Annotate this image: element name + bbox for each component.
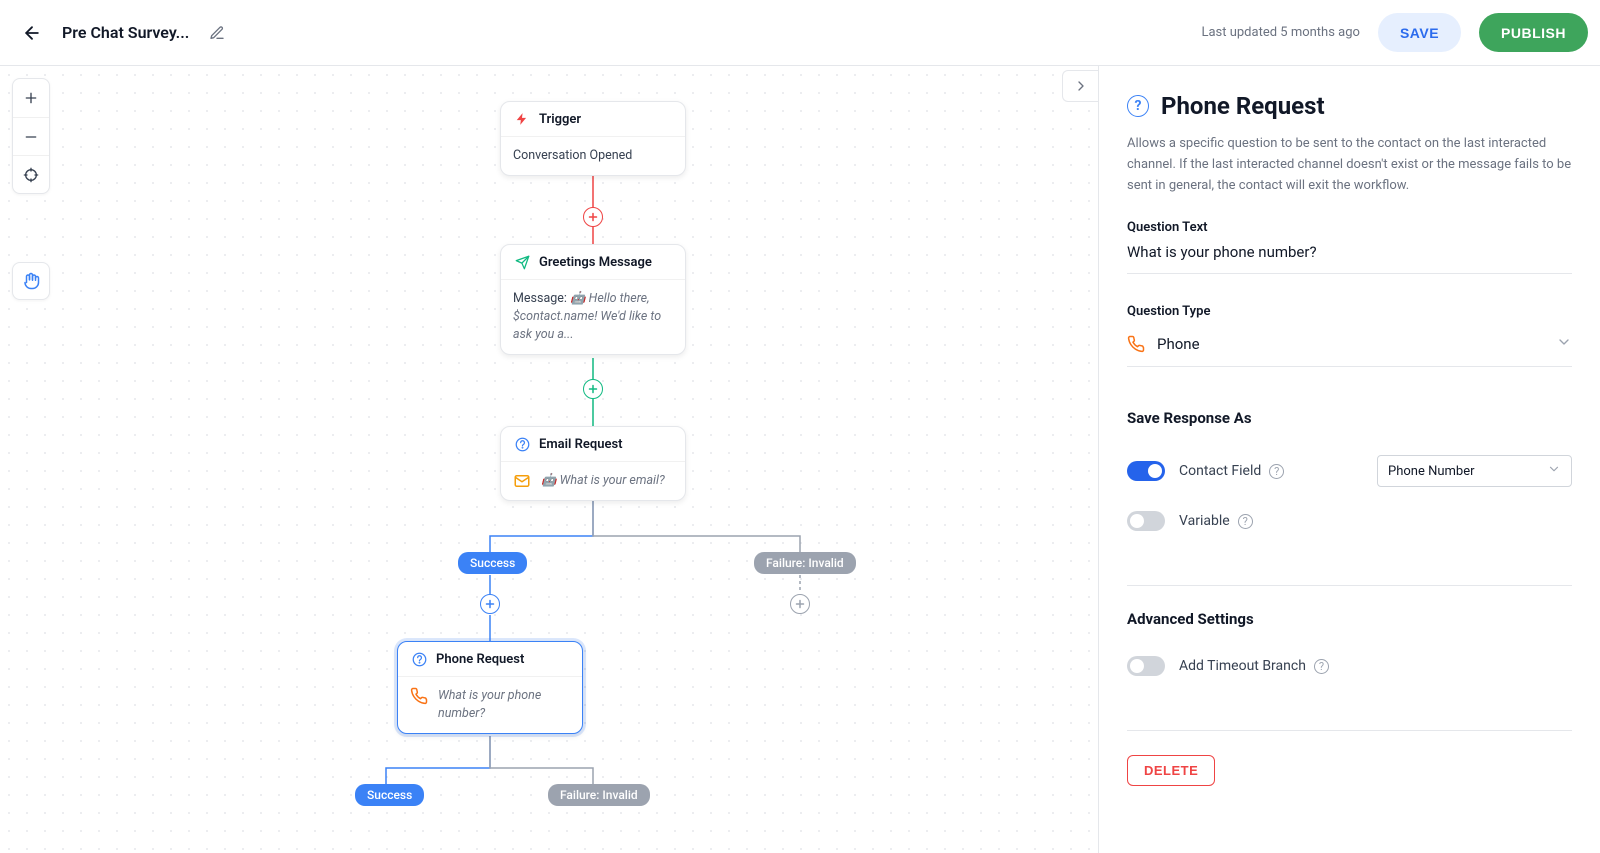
- divider: [1127, 585, 1572, 586]
- plus-icon: [23, 90, 39, 106]
- node-phone-title: Phone Request: [436, 652, 524, 667]
- contact-field-label: Contact Field: [1179, 463, 1261, 479]
- question-type-value: Phone: [1157, 335, 1544, 353]
- workflow-canvas[interactable]: Trigger Conversation Opened Greetings Me…: [0, 66, 1098, 853]
- page-title: Pre Chat Survey...: [62, 23, 189, 42]
- delete-button[interactable]: DELETE: [1127, 755, 1215, 786]
- pencil-icon: [209, 25, 225, 41]
- node-greetings-msg-label: Message:: [513, 291, 567, 306]
- question-text-input[interactable]: What is your phone number?: [1127, 243, 1572, 274]
- branch-pill-failure[interactable]: Failure: Invalid: [548, 784, 650, 806]
- send-icon: [513, 253, 531, 271]
- node-trigger-title: Trigger: [539, 112, 581, 127]
- question-icon: [513, 435, 531, 453]
- save-response-heading: Save Response As: [1127, 409, 1572, 427]
- app-header: Pre Chat Survey... Last updated 5 months…: [0, 0, 1600, 66]
- zoom-in-button[interactable]: [13, 79, 49, 117]
- branch-pill-success[interactable]: Success: [458, 552, 527, 574]
- edit-title-button[interactable]: [207, 23, 227, 43]
- question-type-label: Question Type: [1127, 304, 1572, 319]
- node-phone-question: What is your phone number?: [438, 687, 570, 723]
- timeout-branch-toggle[interactable]: [1127, 656, 1165, 676]
- question-icon: [410, 650, 428, 668]
- timeout-branch-label: Add Timeout Branch: [1179, 658, 1306, 674]
- variable-toggle[interactable]: [1127, 511, 1165, 531]
- add-step-button[interactable]: [790, 594, 810, 614]
- publish-button[interactable]: PUBLISH: [1479, 13, 1588, 52]
- node-greetings[interactable]: Greetings Message Message: 🤖 Hello there…: [500, 244, 686, 355]
- pan-mode-button[interactable]: [12, 262, 50, 300]
- bolt-icon: [513, 110, 531, 128]
- crosshair-icon: [23, 167, 39, 183]
- back-button[interactable]: [20, 21, 44, 45]
- node-trigger-body: Conversation Opened: [501, 137, 685, 175]
- phone-icon: [410, 687, 428, 705]
- hand-icon: [22, 272, 40, 290]
- help-icon[interactable]: ?: [1314, 659, 1329, 674]
- node-email-title: Email Request: [539, 437, 623, 452]
- zoom-toolbar: [12, 78, 50, 194]
- minus-icon: [23, 129, 39, 145]
- advanced-settings-heading: Advanced Settings: [1127, 610, 1572, 628]
- node-email-request[interactable]: Email Request 🤖 What is your email?: [500, 426, 686, 501]
- sidebar-description: Allows a specific question to be sent to…: [1127, 134, 1572, 196]
- add-step-button[interactable]: [583, 207, 603, 227]
- chevron-down-icon: [1547, 462, 1561, 480]
- mail-icon: [513, 472, 531, 490]
- plus-icon: [587, 383, 599, 395]
- details-sidebar: ? Phone Request Allows a specific questi…: [1098, 66, 1600, 853]
- help-icon[interactable]: ?: [1238, 514, 1253, 529]
- node-trigger[interactable]: Trigger Conversation Opened: [500, 101, 686, 176]
- chevron-right-icon: [1073, 78, 1089, 94]
- phone-icon: [1127, 335, 1145, 353]
- divider: [1127, 730, 1572, 731]
- node-phone-request[interactable]: Phone Request What is your phone number?: [397, 641, 583, 734]
- main-area: Trigger Conversation Opened Greetings Me…: [0, 66, 1600, 853]
- contact-field-toggle[interactable]: [1127, 461, 1165, 481]
- last-updated-text: Last updated 5 months ago: [1201, 25, 1360, 40]
- help-icon[interactable]: ?: [1269, 464, 1284, 479]
- question-text-label: Question Text: [1127, 220, 1572, 235]
- add-step-button[interactable]: [583, 379, 603, 399]
- sidebar-title: Phone Request: [1161, 92, 1325, 120]
- zoom-out-button[interactable]: [13, 117, 49, 155]
- branch-pill-failure[interactable]: Failure: Invalid: [754, 552, 856, 574]
- plus-icon: [794, 598, 806, 610]
- node-email-question: 🤖 What is your email?: [541, 472, 665, 490]
- arrow-left-icon: [22, 23, 42, 43]
- add-step-button[interactable]: [480, 594, 500, 614]
- branch-pill-success[interactable]: Success: [355, 784, 424, 806]
- question-type-select[interactable]: Phone: [1127, 327, 1572, 367]
- contact-field-select[interactable]: Phone Number: [1377, 455, 1572, 487]
- chevron-down-icon: [1556, 334, 1572, 354]
- question-icon: ?: [1127, 95, 1149, 117]
- collapse-sidebar-button[interactable]: [1062, 70, 1098, 102]
- plus-icon: [587, 211, 599, 223]
- node-greetings-title: Greetings Message: [539, 255, 652, 270]
- variable-label: Variable: [1179, 513, 1230, 529]
- fit-view-button[interactable]: [13, 155, 49, 193]
- plus-icon: [484, 598, 496, 610]
- contact-field-select-value: Phone Number: [1388, 464, 1475, 479]
- save-button[interactable]: SAVE: [1378, 13, 1461, 52]
